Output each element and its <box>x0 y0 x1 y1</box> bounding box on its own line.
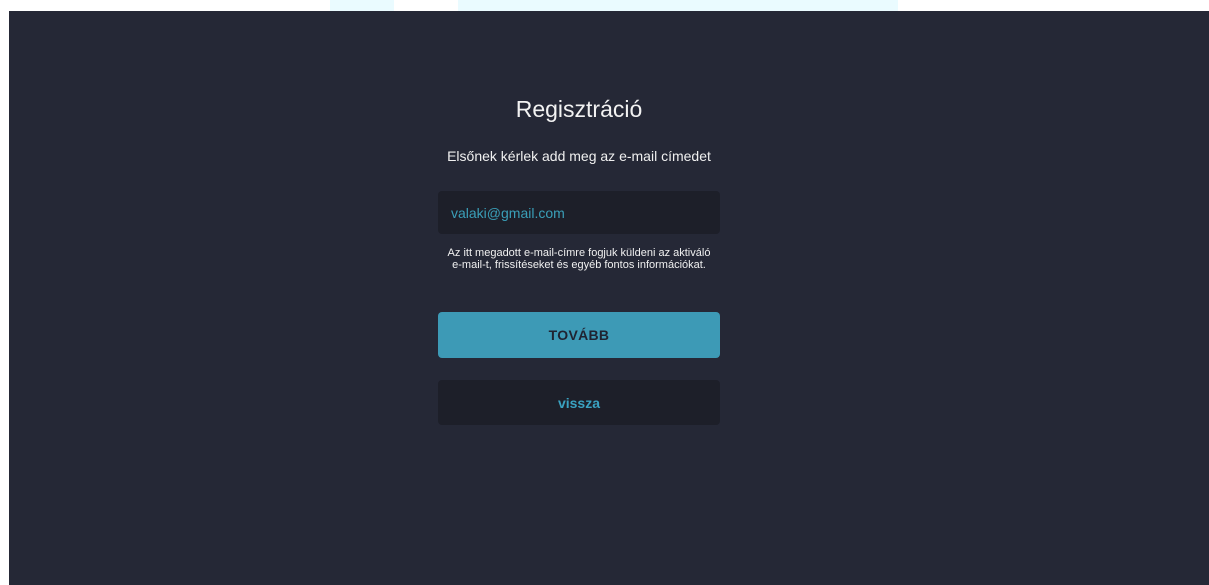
email-hint: Az itt megadott e-mail-címre fogjuk küld… <box>447 247 711 271</box>
top-strip <box>0 0 1209 11</box>
subtitle: Elsőnek kérlek add meg az e-mail címedet <box>447 148 711 164</box>
email-field[interactable] <box>438 191 720 234</box>
back-button[interactable]: vissza <box>438 380 720 425</box>
registration-page: Regisztráció Elsőnek kérlek add meg az e… <box>9 11 1209 585</box>
page-title: Regisztráció <box>515 96 643 122</box>
top-highlight <box>330 0 394 11</box>
top-highlight <box>458 0 898 11</box>
next-button[interactable]: TOVÁBB <box>438 312 720 358</box>
